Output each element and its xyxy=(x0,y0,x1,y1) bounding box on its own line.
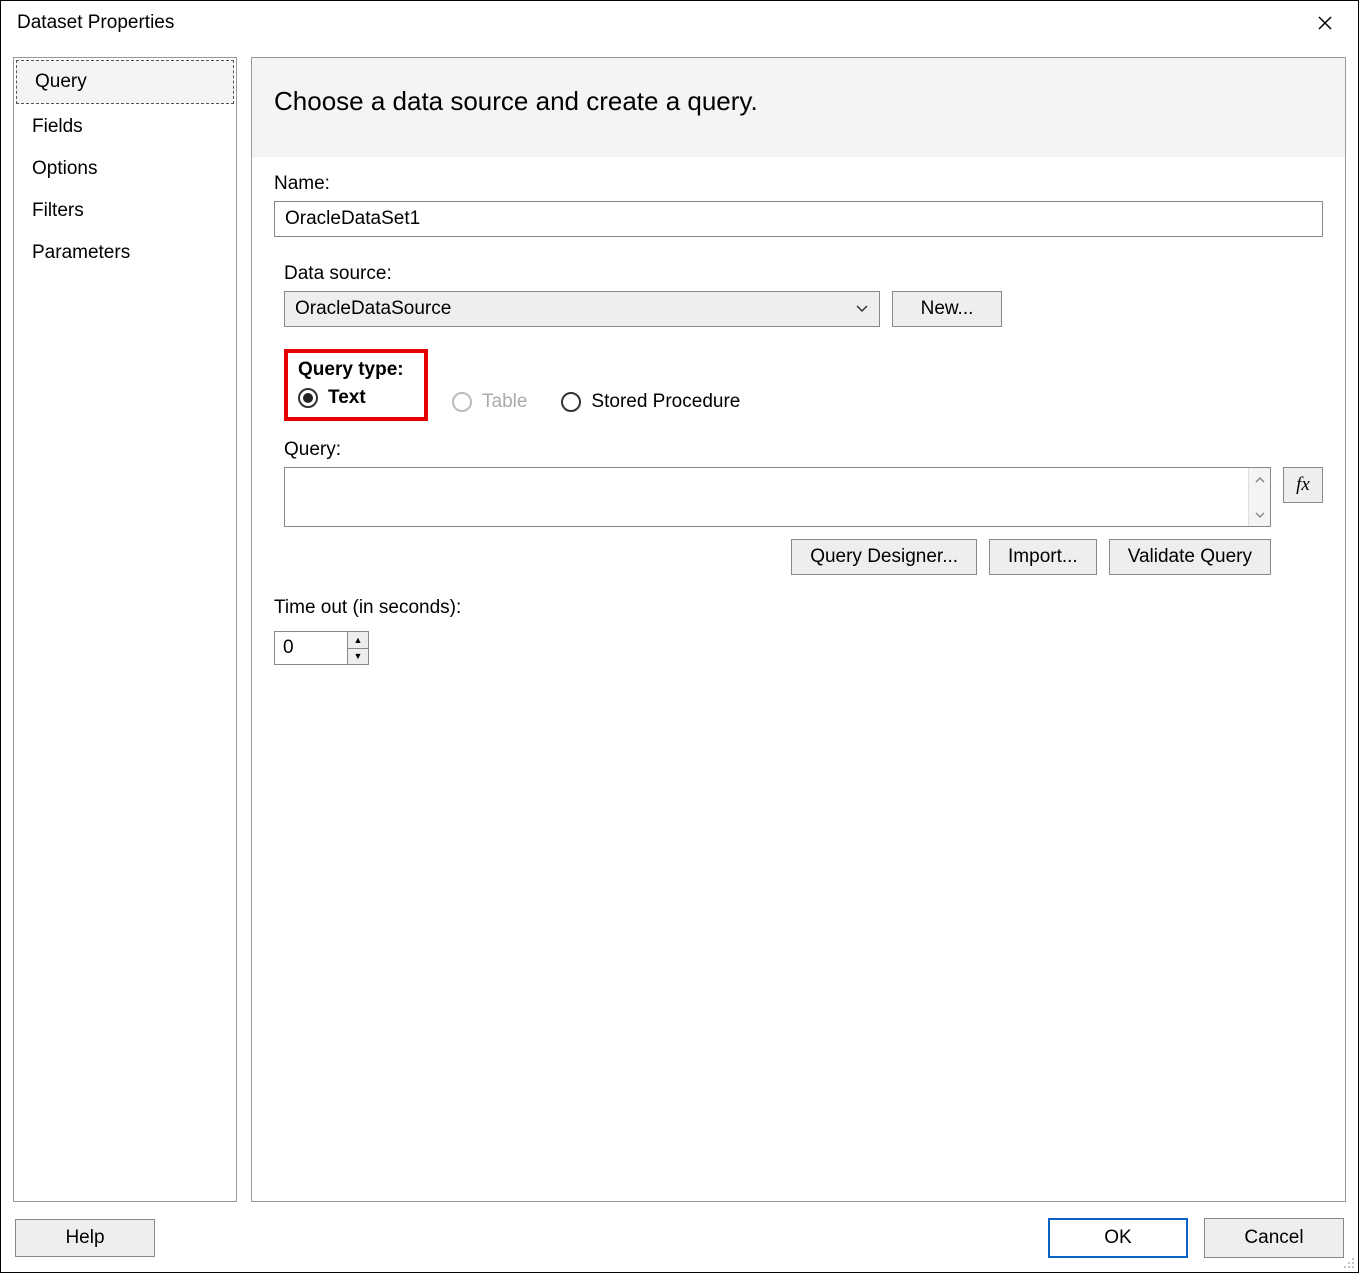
radio-icon xyxy=(452,392,472,412)
radio-icon xyxy=(561,392,581,412)
datasource-label: Data source: xyxy=(284,263,1323,285)
resize-grip-icon[interactable] xyxy=(1342,1256,1356,1270)
spinner-up-button[interactable]: ▲ xyxy=(348,632,368,648)
validate-query-button[interactable]: Validate Query xyxy=(1109,539,1271,575)
chevron-down-icon xyxy=(855,301,869,317)
radio-icon xyxy=(298,388,318,408)
sidebar-item-label: Parameters xyxy=(32,242,130,263)
query-type-label: Query type: xyxy=(298,359,414,381)
timeout-input[interactable] xyxy=(275,633,347,663)
sidebar-item-parameters[interactable]: Parameters xyxy=(14,232,236,274)
sidebar-item-label: Fields xyxy=(32,116,83,137)
new-datasource-button[interactable]: New... xyxy=(892,291,1002,327)
sidebar-item-fields[interactable]: Fields xyxy=(14,106,236,148)
fx-icon: fx xyxy=(1296,474,1310,496)
dialog-title: Dataset Properties xyxy=(17,12,174,34)
sidebar-item-options[interactable]: Options xyxy=(14,148,236,190)
sidebar: Query Fields Options Filters Parameters xyxy=(13,57,237,1202)
radio-label-stored-procedure: Stored Procedure xyxy=(591,391,740,413)
datasource-value: OracleDataSource xyxy=(295,298,451,320)
query-designer-button[interactable]: Query Designer... xyxy=(791,539,977,575)
radio-text[interactable]: Text xyxy=(298,387,414,409)
scrollbar[interactable] xyxy=(1248,468,1270,526)
radio-table: Table xyxy=(452,391,527,413)
sidebar-item-label: Query xyxy=(35,71,87,92)
query-textarea[interactable] xyxy=(285,468,1248,526)
sidebar-item-query[interactable]: Query xyxy=(16,60,234,104)
radio-label-text: Text xyxy=(328,387,366,409)
sidebar-item-label: Options xyxy=(32,158,97,179)
datasource-dropdown[interactable]: OracleDataSource xyxy=(284,291,880,327)
page-heading: Choose a data source and create a query. xyxy=(252,58,1345,157)
sidebar-item-filters[interactable]: Filters xyxy=(14,190,236,232)
timeout-label: Time out (in seconds): xyxy=(274,597,1323,619)
close-button[interactable] xyxy=(1308,6,1342,40)
timeout-spinner[interactable]: ▲ ▼ xyxy=(274,631,369,665)
radio-label-table: Table xyxy=(482,391,527,413)
sidebar-item-label: Filters xyxy=(32,200,84,221)
close-icon xyxy=(1318,16,1332,30)
import-button[interactable]: Import... xyxy=(989,539,1097,575)
expression-fx-button[interactable]: fx xyxy=(1283,467,1323,503)
scroll-down-icon[interactable] xyxy=(1255,507,1265,522)
cancel-button[interactable]: Cancel xyxy=(1204,1218,1344,1258)
main-panel: Choose a data source and create a query.… xyxy=(251,57,1346,1202)
query-label: Query: xyxy=(284,439,1323,461)
name-label: Name: xyxy=(274,173,1323,195)
ok-button[interactable]: OK xyxy=(1048,1218,1188,1258)
radio-stored-procedure[interactable]: Stored Procedure xyxy=(561,391,740,413)
spinner-down-button[interactable]: ▼ xyxy=(348,648,368,664)
scroll-up-icon[interactable] xyxy=(1255,472,1265,487)
name-input[interactable] xyxy=(274,201,1323,237)
help-button[interactable]: Help xyxy=(15,1219,155,1257)
